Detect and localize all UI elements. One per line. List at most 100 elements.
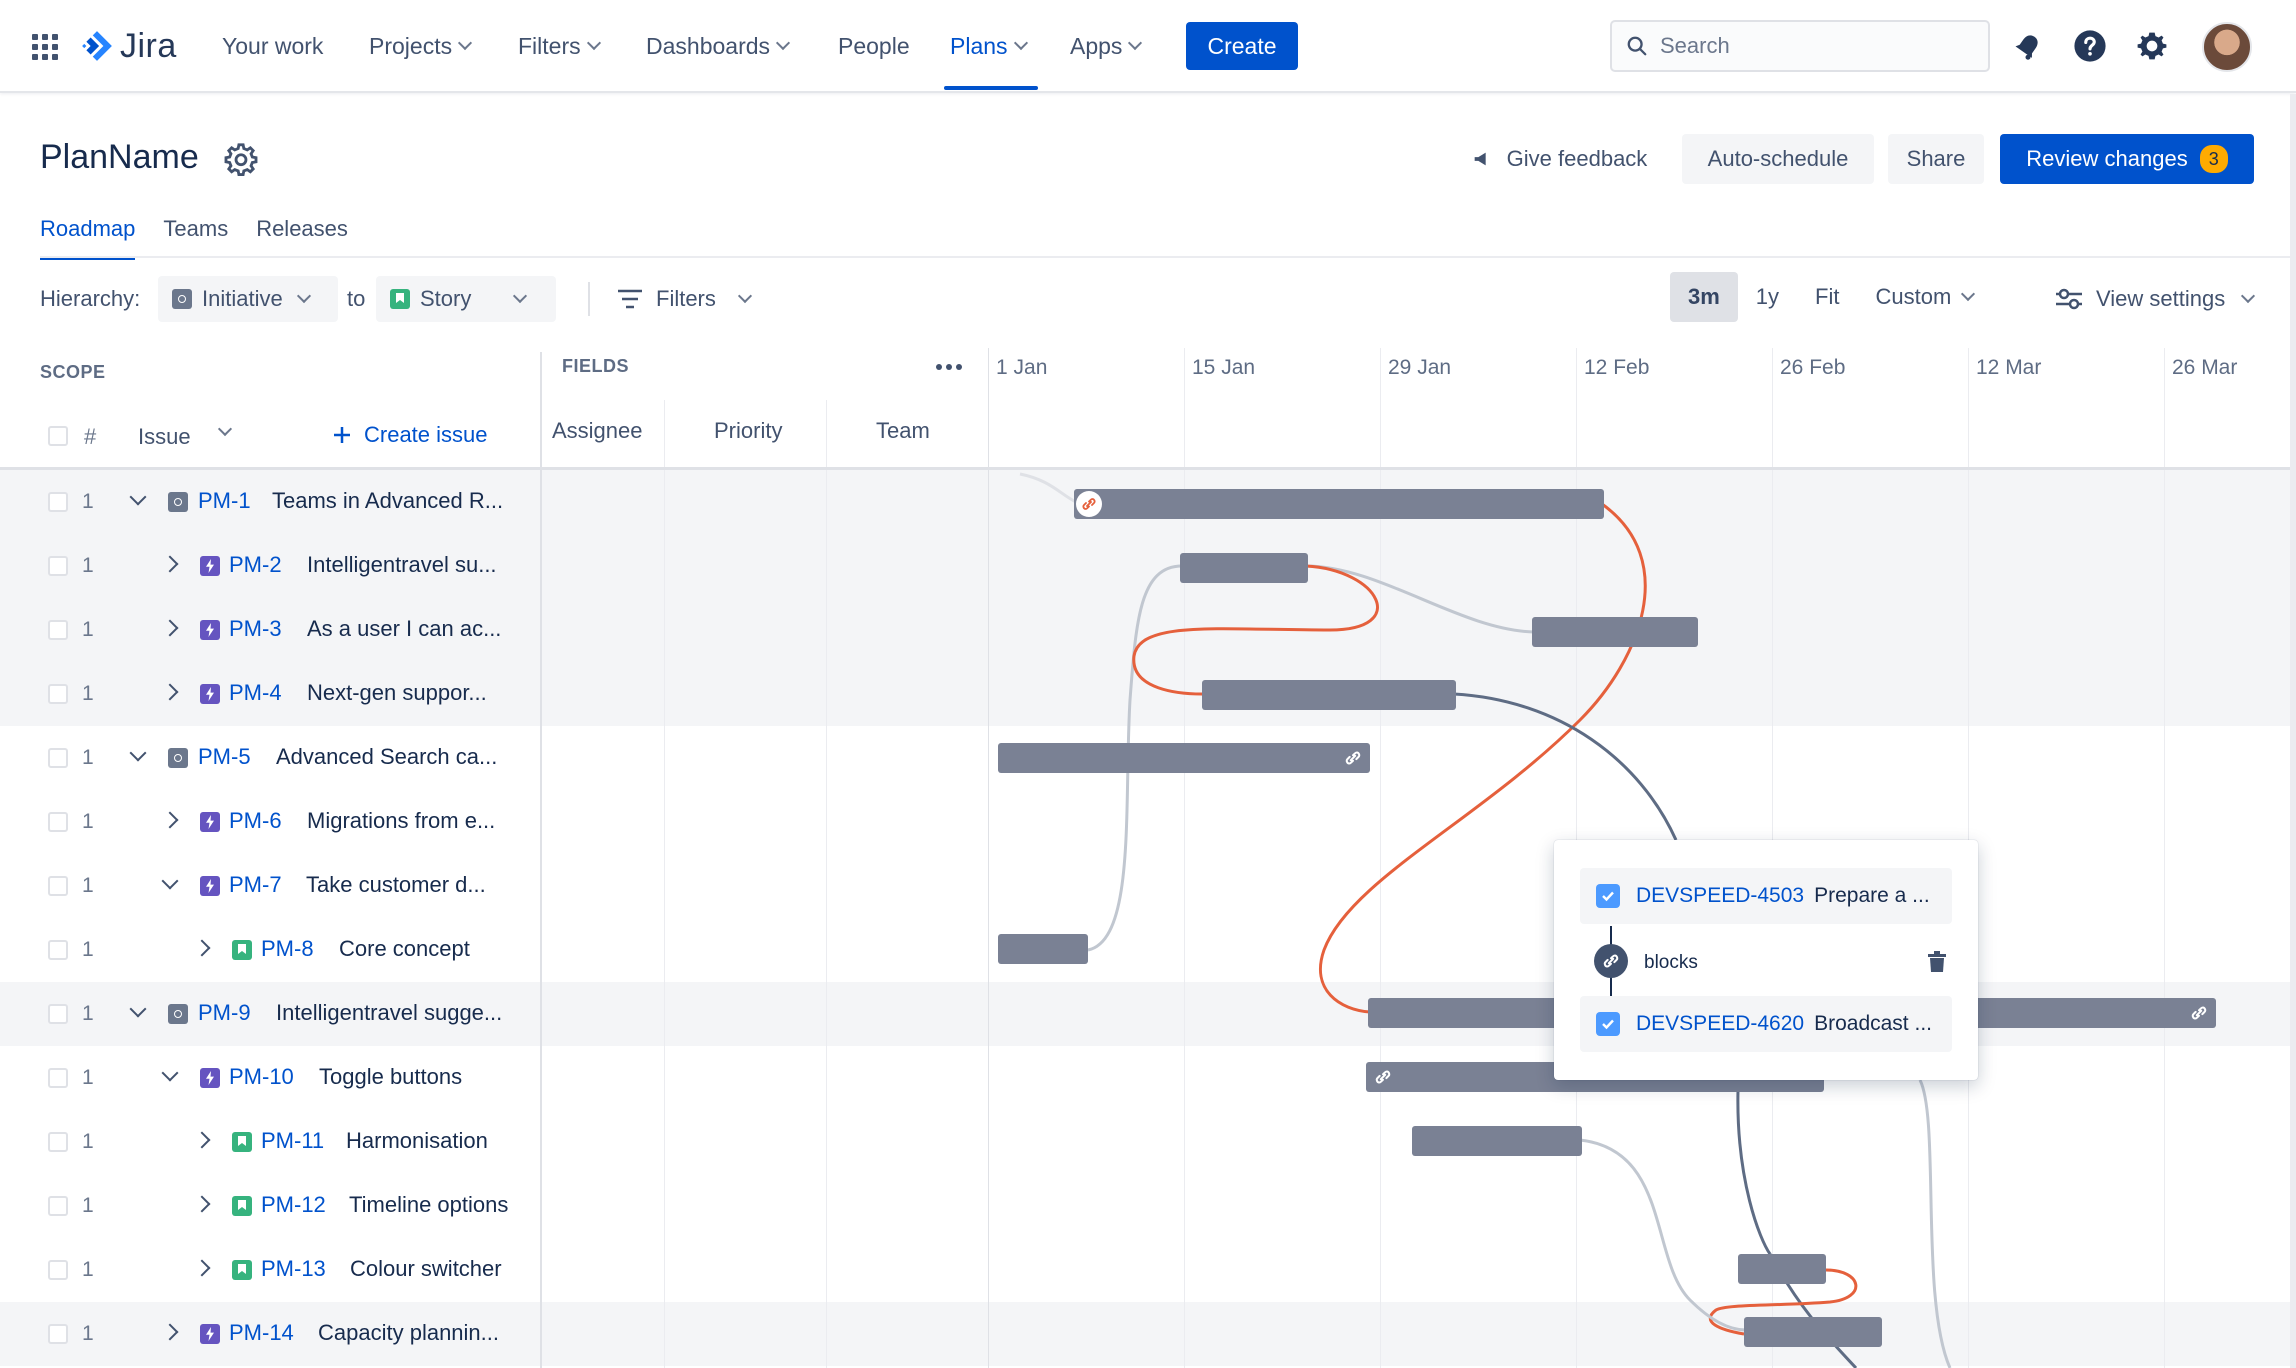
target-issue-key[interactable]: DEVSPEED-4620: [1636, 1012, 1804, 1036]
user-avatar[interactable]: [2202, 22, 2252, 72]
auto-schedule-button[interactable]: Auto-schedule: [1682, 134, 1874, 184]
issue-key[interactable]: PM-11: [261, 1128, 324, 1154]
nav-people[interactable]: People: [838, 28, 910, 64]
row-checkbox[interactable]: [48, 876, 68, 896]
issue-summary[interactable]: Teams in Advanced R...: [272, 488, 503, 514]
column-assignee[interactable]: Assignee: [552, 418, 643, 444]
nav-filters[interactable]: Filters: [518, 28, 601, 64]
expand-icon[interactable]: [161, 811, 179, 829]
tab-teams[interactable]: Teams: [163, 216, 228, 260]
tab-releases[interactable]: Releases: [256, 216, 348, 260]
hierarchy-to-select[interactable]: Story: [376, 276, 556, 322]
row-checkbox[interactable]: [48, 1068, 68, 1088]
zoom-fit[interactable]: Fit: [1797, 272, 1857, 322]
expand-icon[interactable]: [161, 555, 179, 573]
issue-key[interactable]: PM-12: [261, 1192, 326, 1218]
source-issue-key[interactable]: DEVSPEED-4503: [1636, 884, 1804, 908]
issue-key[interactable]: PM-7: [229, 872, 282, 898]
search-input[interactable]: [1660, 33, 1960, 59]
timeline-bar[interactable]: [1532, 617, 1698, 647]
table-row[interactable]: 1 PM-14 Capacity plannin...: [0, 1302, 2296, 1366]
row-checkbox[interactable]: [48, 556, 68, 576]
issue-summary[interactable]: Capacity plannin...: [318, 1320, 499, 1346]
issue-key[interactable]: PM-13: [261, 1256, 326, 1282]
issue-key[interactable]: PM-10: [229, 1064, 294, 1090]
app-switcher-icon[interactable]: [32, 34, 58, 60]
nav-apps[interactable]: Apps: [1070, 28, 1143, 64]
zoom-1y[interactable]: 1y: [1738, 272, 1797, 322]
share-button[interactable]: Share: [1888, 134, 1984, 184]
tab-roadmap[interactable]: Roadmap: [40, 216, 136, 260]
nav-your-work[interactable]: Your work: [222, 28, 323, 64]
timeline-bar[interactable]: [998, 934, 1088, 964]
review-changes-button[interactable]: Review changes 3: [2000, 134, 2254, 184]
table-row[interactable]: 1 PM-11 Harmonisation: [0, 1110, 2296, 1174]
issue-header[interactable]: Issue: [138, 424, 191, 450]
filters-button[interactable]: Filters: [602, 276, 764, 322]
timeline-bar[interactable]: [1738, 1254, 1826, 1284]
issue-key[interactable]: PM-4: [229, 680, 282, 706]
table-row[interactable]: 1 PM-3 As a user I can ac...: [0, 598, 2296, 662]
issue-summary[interactable]: Migrations from e...: [307, 808, 495, 834]
collapse-icon[interactable]: [129, 1000, 147, 1018]
trash-icon[interactable]: [1926, 950, 1948, 979]
issue-summary[interactable]: Intelligentravel su...: [307, 552, 497, 578]
row-checkbox[interactable]: [48, 492, 68, 512]
nav-projects[interactable]: Projects: [369, 28, 473, 64]
issue-summary[interactable]: Core concept: [339, 936, 470, 962]
help-icon[interactable]: [2072, 28, 2108, 64]
row-checkbox[interactable]: [48, 684, 68, 704]
table-row[interactable]: 1 PM-2 Intelligentravel su...: [0, 534, 2296, 598]
link-icon[interactable]: [1370, 1064, 1396, 1090]
expand-icon[interactable]: [193, 1259, 211, 1277]
fields-more-icon[interactable]: [936, 364, 962, 370]
column-priority[interactable]: Priority: [714, 418, 782, 444]
row-checkbox[interactable]: [48, 1260, 68, 1280]
create-issue-button[interactable]: Create issue: [332, 422, 488, 448]
link-icon[interactable]: [2186, 1000, 2212, 1026]
row-checkbox[interactable]: [48, 1196, 68, 1216]
create-button[interactable]: Create: [1186, 22, 1298, 70]
table-row[interactable]: 1 PM-13 Colour switcher: [0, 1238, 2296, 1302]
search-box[interactable]: [1610, 20, 1990, 72]
link-warning-icon[interactable]: [1076, 491, 1102, 517]
issue-summary[interactable]: Timeline options: [349, 1192, 508, 1218]
issue-summary[interactable]: Colour switcher: [350, 1256, 502, 1282]
give-feedback-button[interactable]: Give feedback: [1452, 134, 1666, 184]
vertical-scrollbar[interactable]: [2290, 94, 2296, 1368]
table-row[interactable]: 1 PM-4 Next-gen suppor...: [0, 662, 2296, 726]
row-checkbox[interactable]: [48, 812, 68, 832]
expand-icon[interactable]: [193, 939, 211, 957]
expand-icon[interactable]: [193, 1195, 211, 1213]
issue-summary[interactable]: Toggle buttons: [319, 1064, 462, 1090]
timeline-bar[interactable]: [1202, 680, 1456, 710]
timeline-bar[interactable]: [1074, 489, 1604, 519]
row-checkbox[interactable]: [48, 620, 68, 640]
dependency-target-item[interactable]: DEVSPEED-4620 Broadcast ...: [1580, 996, 1952, 1052]
issue-key[interactable]: PM-14: [229, 1320, 294, 1346]
zoom-custom[interactable]: Custom: [1858, 272, 1992, 322]
issue-key[interactable]: PM-9: [198, 1000, 251, 1026]
issue-summary[interactable]: As a user I can ac...: [307, 616, 501, 642]
timeline-bar[interactable]: [1180, 553, 1308, 583]
settings-icon[interactable]: [2134, 28, 2170, 64]
collapse-icon[interactable]: [161, 1064, 179, 1082]
link-icon[interactable]: [1340, 745, 1366, 771]
row-checkbox[interactable]: [48, 1132, 68, 1152]
row-checkbox[interactable]: [48, 940, 68, 960]
collapse-icon[interactable]: [129, 744, 147, 762]
issue-key[interactable]: PM-8: [261, 936, 314, 962]
select-all-checkbox[interactable]: [48, 426, 68, 446]
timeline-bar[interactable]: [998, 743, 1370, 773]
issue-key[interactable]: PM-6: [229, 808, 282, 834]
row-checkbox[interactable]: [48, 1324, 68, 1344]
row-checkbox[interactable]: [48, 1004, 68, 1024]
column-team[interactable]: Team: [876, 418, 930, 444]
issue-summary[interactable]: Harmonisation: [346, 1128, 488, 1154]
issue-key[interactable]: PM-1: [198, 488, 251, 514]
jira-logo[interactable]: Jira: [80, 26, 177, 66]
expand-icon[interactable]: [161, 1323, 179, 1341]
collapse-icon[interactable]: [129, 488, 147, 506]
issue-summary[interactable]: Take customer d...: [306, 872, 486, 898]
collapse-icon[interactable]: [161, 872, 179, 890]
